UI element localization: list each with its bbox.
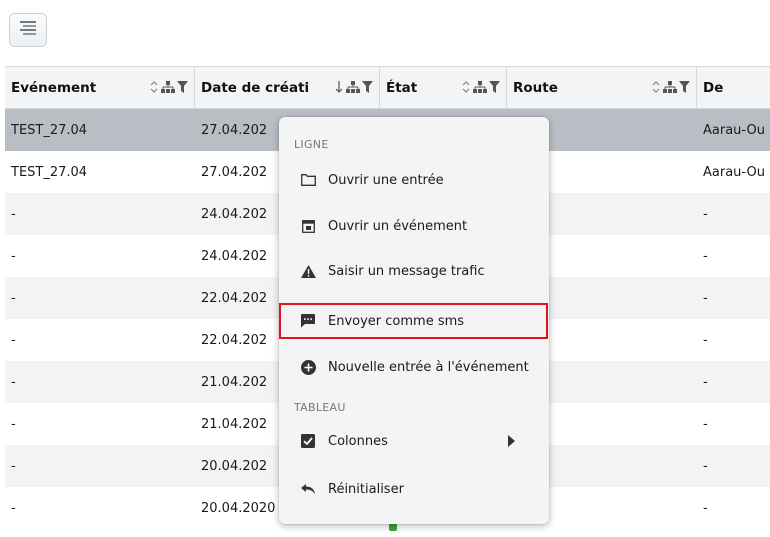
- filter-icon[interactable]: [177, 81, 188, 93]
- undo-icon: [299, 480, 317, 498]
- menu-item-columns[interactable]: Colonnes: [283, 423, 545, 459]
- cell-event: TEST_27.04: [11, 164, 88, 180]
- warning-icon: [299, 262, 317, 280]
- cell-from: Aarau-Ou: [703, 164, 765, 180]
- menu-item-new-entry-event[interactable]: Nouvelle entrée à l'événement: [283, 349, 545, 385]
- column-header-from[interactable]: De: [697, 67, 770, 108]
- menu-item-label: Nouvelle entrée à l'événement: [328, 359, 529, 375]
- cell-event: -: [11, 374, 16, 390]
- menu-item-open-event[interactable]: Ouvrir un événement: [283, 208, 545, 244]
- context-menu: LIGNE Ouvrir une entrée Ouvrir un événem…: [279, 117, 549, 524]
- group-icon[interactable]: [473, 80, 487, 94]
- cell-event: -: [11, 332, 16, 348]
- status-indicator: [389, 523, 397, 531]
- folder-icon: [299, 171, 317, 189]
- cell-from: -: [703, 500, 708, 516]
- checkbox-checked-icon: [299, 432, 317, 450]
- menu-item-traffic-message[interactable]: Saisir un message trafic: [283, 253, 545, 289]
- filter-icon[interactable]: [489, 81, 500, 93]
- menu-item-label: Colonnes: [328, 433, 388, 449]
- cell-event: -: [11, 458, 16, 474]
- column-header-event[interactable]: Evénement: [5, 67, 195, 108]
- column-label: De: [703, 79, 724, 96]
- cell-event: -: [11, 248, 16, 264]
- group-icon[interactable]: [161, 80, 175, 94]
- group-icon[interactable]: [346, 80, 360, 94]
- column-label: Date de créati: [201, 79, 310, 96]
- cell-from: -: [703, 332, 708, 348]
- menu-item-open-entry[interactable]: Ouvrir une entrée: [283, 162, 545, 198]
- cell-from: -: [703, 206, 708, 222]
- data-table: Evénement Date de créati État Route De T…: [5, 66, 770, 529]
- cell-from: Aarau-Ou: [703, 122, 765, 138]
- cell-event: -: [11, 416, 16, 432]
- calendar-icon: [299, 217, 317, 235]
- cell-event: -: [11, 500, 16, 516]
- column-header-state[interactable]: État: [380, 67, 507, 108]
- filter-icon[interactable]: [362, 81, 373, 93]
- submenu-arrow-icon: [508, 435, 515, 451]
- menu-item-label: Envoyer comme sms: [328, 313, 465, 329]
- filter-icon[interactable]: [679, 81, 690, 93]
- menu-item-send-sms[interactable]: Envoyer comme sms: [279, 303, 548, 339]
- sort-icon[interactable]: [461, 80, 471, 94]
- sort-descending-icon[interactable]: [334, 80, 344, 94]
- add-circle-icon: [299, 358, 317, 376]
- column-header-route[interactable]: Route: [507, 67, 697, 108]
- cell-event: -: [11, 290, 16, 306]
- cell-from: -: [703, 374, 708, 390]
- cell-event: TEST_27.04: [11, 122, 88, 138]
- message-icon: [299, 312, 317, 330]
- menu-section-row: LIGNE: [294, 138, 329, 151]
- cell-event: -: [11, 206, 16, 222]
- group-icon[interactable]: [663, 80, 677, 94]
- cell-from: -: [703, 290, 708, 306]
- column-label: Route: [513, 79, 558, 96]
- toolbar: [0, 0, 770, 64]
- cell-from: -: [703, 458, 708, 474]
- table-header: Evénement Date de créati État Route De: [5, 67, 770, 109]
- sort-icon[interactable]: [149, 80, 159, 94]
- menu-item-label: Ouvrir une entrée: [328, 172, 444, 188]
- cell-from: -: [703, 416, 708, 432]
- sort-icon[interactable]: [651, 80, 661, 94]
- grid-menu-icon: [19, 20, 37, 40]
- grid-menu-button[interactable]: [9, 13, 47, 47]
- column-header-date[interactable]: Date de créati: [195, 67, 380, 108]
- menu-item-label: Saisir un message trafic: [328, 263, 485, 279]
- menu-item-label: Ouvrir un événement: [328, 218, 468, 234]
- menu-item-label: Réinitialiser: [328, 481, 404, 497]
- menu-item-reset[interactable]: Réinitialiser: [283, 471, 545, 507]
- menu-section-table: TABLEAU: [294, 401, 346, 414]
- cell-from: -: [703, 248, 708, 264]
- column-label: Evénement: [11, 79, 97, 96]
- column-label: État: [386, 79, 418, 96]
